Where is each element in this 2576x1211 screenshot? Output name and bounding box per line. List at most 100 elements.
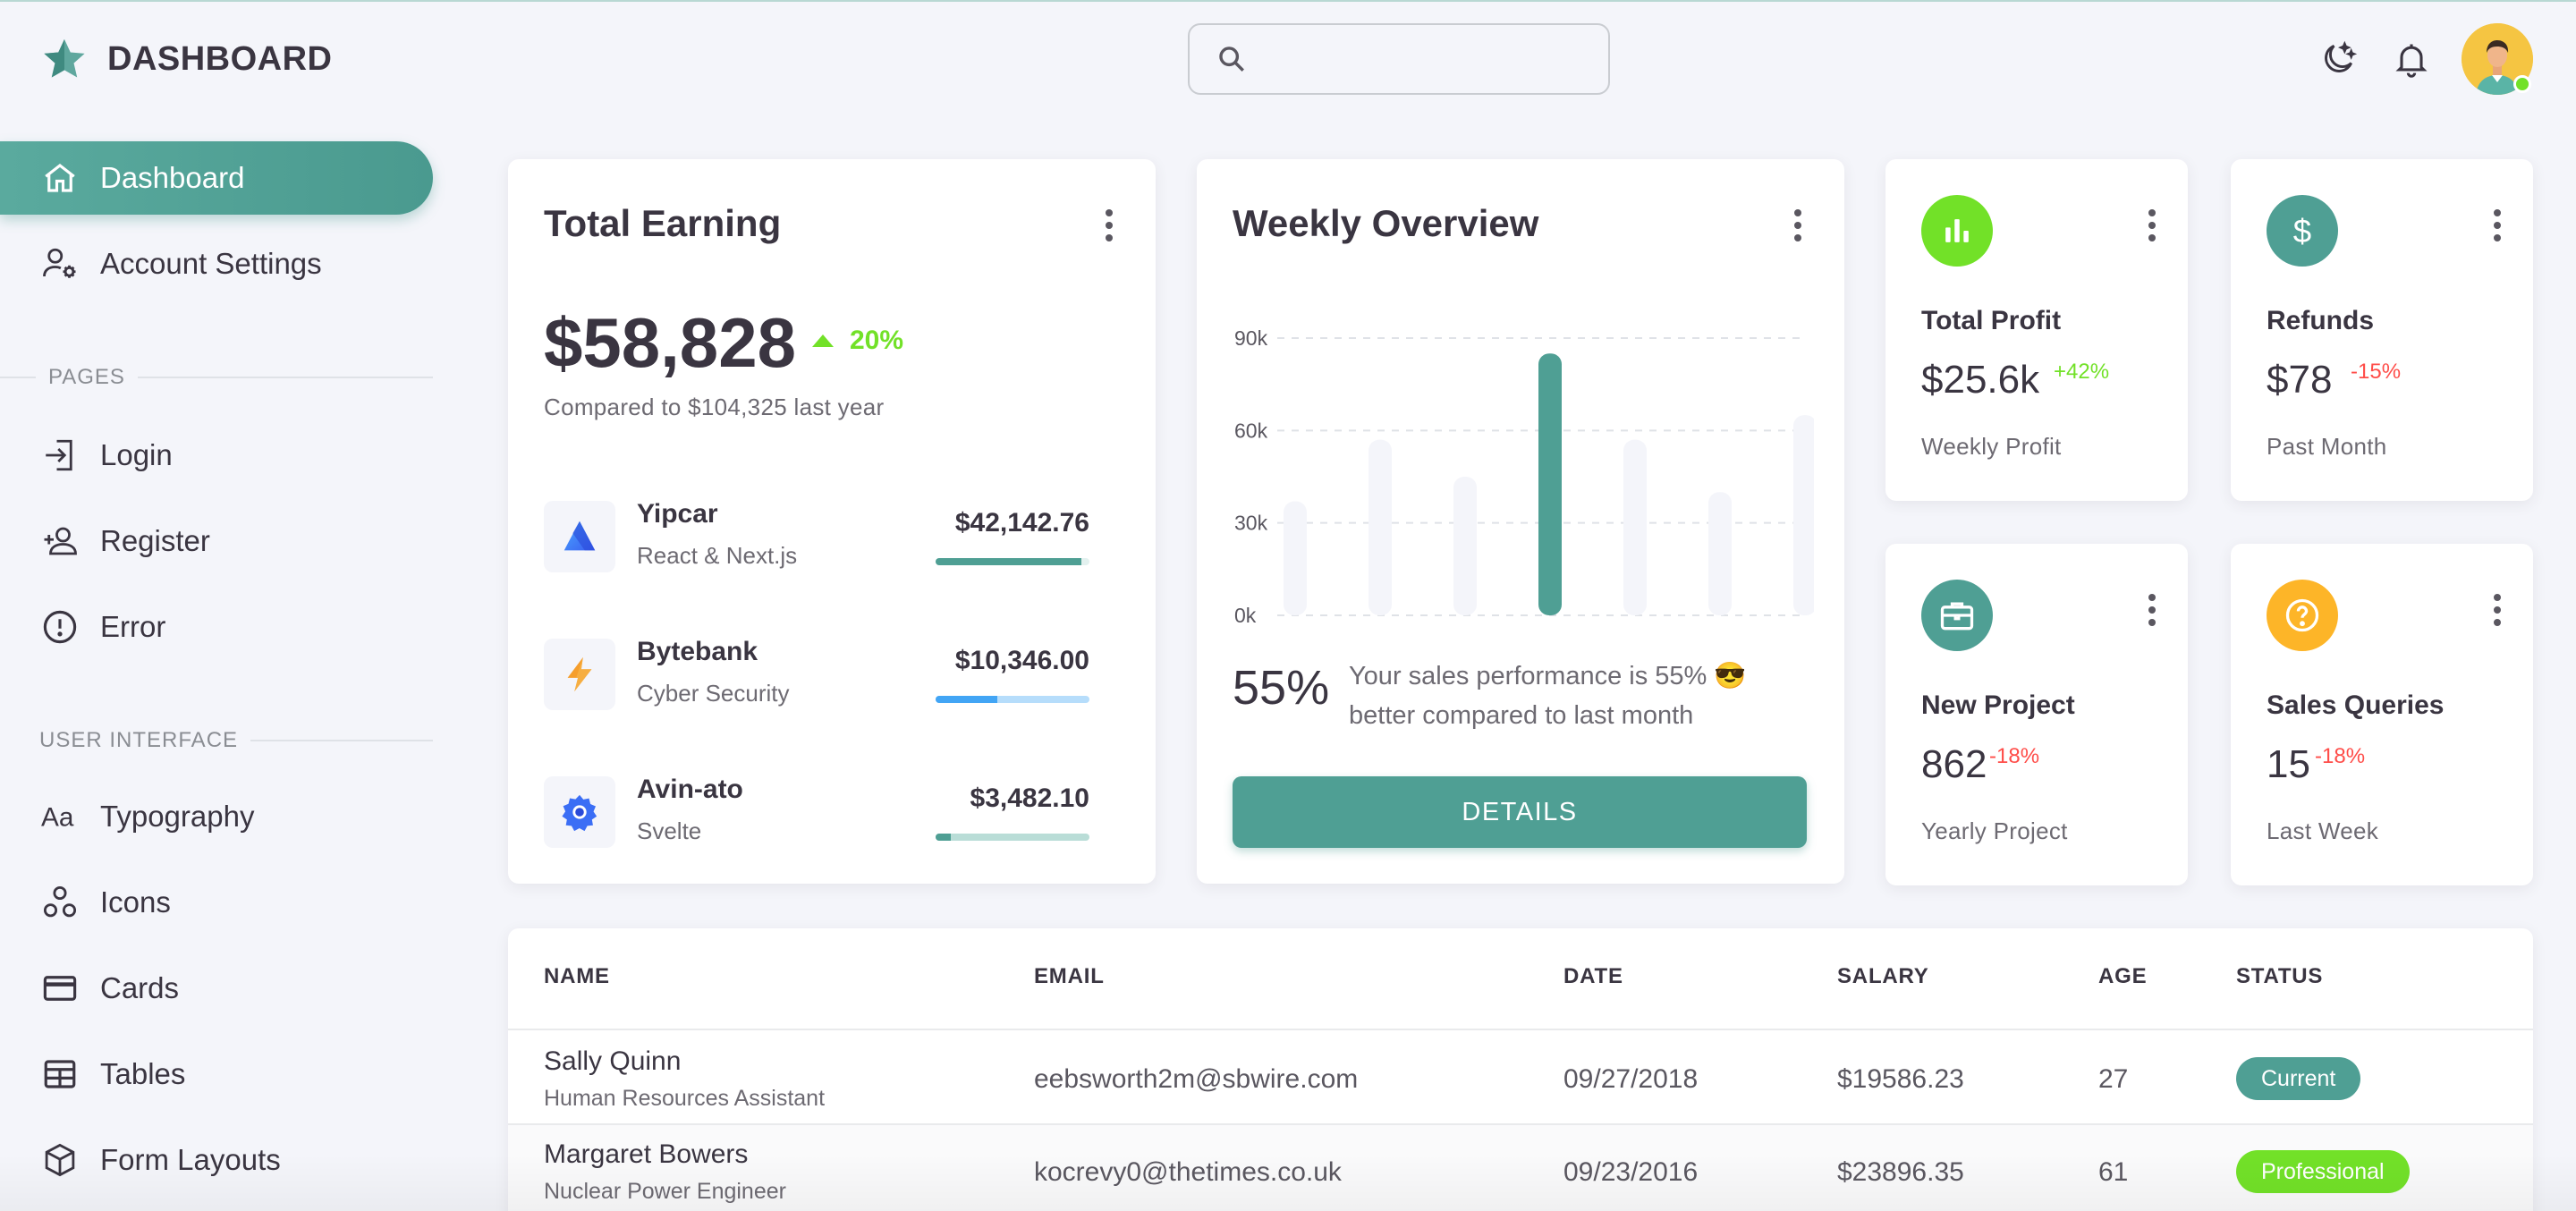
- status-badge: Professional: [2236, 1150, 2410, 1193]
- stat-subtitle: Weekly Profit: [1921, 433, 2062, 460]
- sidebar-item-error[interactable]: Error: [0, 590, 433, 664]
- project-name: Avin-ato: [637, 775, 743, 804]
- sidebar-item-account-settings[interactable]: Account Settings: [0, 227, 433, 301]
- earning-change: 20%: [812, 326, 903, 356]
- card-title: Weekly Overview: [1233, 202, 1539, 244]
- column-header-salary[interactable]: SALARY: [1837, 964, 1929, 989]
- row-name: Margaret Bowers: [544, 1139, 749, 1169]
- y-tick-label: 30k: [1234, 512, 1268, 535]
- project-amount: $3,482.10: [970, 783, 1089, 813]
- column-header-email[interactable]: EMAIL: [1034, 964, 1105, 989]
- sidebar-item-form-layouts[interactable]: Form Layouts: [0, 1123, 433, 1197]
- search-input[interactable]: [1261, 44, 1601, 74]
- status-badge: Current: [2236, 1057, 2361, 1100]
- row-date: 09/23/2016: [1563, 1157, 1699, 1187]
- table-row[interactable]: Margaret Bowers Nuclear Power Engineer k…: [508, 1123, 2533, 1211]
- sidebar-item-label: Form Layouts: [100, 1143, 281, 1176]
- search-box[interactable]: [1188, 23, 1610, 95]
- project-amount: $42,142.76: [954, 508, 1089, 538]
- table-icon: [41, 1055, 79, 1093]
- stat-change: -18%: [2315, 744, 2366, 768]
- account-cog-icon: [41, 245, 79, 283]
- stat-change: -18%: [1989, 744, 2040, 768]
- details-button[interactable]: DETAILS: [1233, 776, 1807, 848]
- chart-bar[interactable]: [1538, 353, 1562, 615]
- sidebar-item-cards[interactable]: Cards: [0, 952, 433, 1025]
- more-vert-icon[interactable]: [1100, 206, 1118, 245]
- column-header-name[interactable]: NAME: [544, 964, 610, 989]
- chart-bar[interactable]: [1708, 492, 1732, 615]
- project-name: Yipcar: [637, 499, 718, 529]
- progress-fill: [936, 834, 952, 841]
- progress-bar: [936, 558, 1089, 565]
- project-subtitle: Svelte: [637, 817, 702, 844]
- more-vert-icon[interactable]: [1789, 206, 1807, 245]
- sidebar-item-label: Error: [100, 610, 166, 643]
- login-icon: [41, 436, 79, 474]
- y-tick-label: 0k: [1234, 604, 1257, 624]
- row-role: Nuclear Power Engineer: [544, 1179, 786, 1204]
- sidebar-item-icons[interactable]: Icons: [0, 866, 433, 939]
- earning-change-value: 20%: [850, 326, 904, 355]
- column-header-status[interactable]: STATUS: [2236, 964, 2323, 989]
- poll-icon: [1921, 195, 1993, 267]
- theme-toggle-button[interactable]: [2317, 38, 2360, 80]
- project-subtitle: Cyber Security: [637, 680, 790, 707]
- shapes-icon: [41, 884, 79, 921]
- gear-logo-icon: [544, 776, 615, 848]
- stat-value: 862: [1921, 742, 1987, 786]
- stat-value: $78: [2267, 358, 2333, 402]
- notifications-button[interactable]: [2390, 38, 2433, 80]
- project-item[interactable]: Yipcar React & Next.js $42,142.76: [544, 499, 1123, 580]
- column-header-date[interactable]: DATE: [1563, 964, 1623, 989]
- project-subtitle: React & Next.js: [637, 542, 798, 569]
- stat-subtitle: Yearly Project: [1921, 817, 2068, 844]
- more-vert-icon[interactable]: [2488, 206, 2506, 245]
- brand[interactable]: DASHBOARD: [39, 32, 333, 86]
- typography-icon: Aa: [41, 798, 79, 835]
- column-header-age[interactable]: AGE: [2098, 964, 2147, 989]
- more-vert-icon[interactable]: [2143, 590, 2161, 630]
- moon-icon: [2325, 40, 2358, 72]
- weekly-description: Your sales performance is 55% 😎 better c…: [1349, 662, 1747, 730]
- row-salary: $19586.23: [1837, 1064, 1964, 1094]
- online-status-dot: [2513, 75, 2531, 93]
- section-pages: PAGES: [0, 360, 433, 395]
- credit-card-icon: [41, 970, 79, 1007]
- help-circle-icon: [2267, 580, 2338, 651]
- svg-text:Aa: Aa: [41, 803, 74, 833]
- row-email: kocrevy0@thetimes.co.uk: [1034, 1157, 1342, 1187]
- sidebar-item-login[interactable]: Login: [0, 419, 433, 492]
- svg-text:$: $: [2293, 213, 2311, 250]
- more-vert-icon[interactable]: [2488, 590, 2506, 630]
- sidebar-item-tables[interactable]: Tables: [0, 1037, 433, 1111]
- card-title: Total Earning: [544, 202, 782, 244]
- stat-value: $25.6k: [1921, 358, 2040, 402]
- stat-title: Refunds: [2267, 306, 2374, 335]
- chart-bar[interactable]: [1623, 439, 1647, 615]
- search-icon: [1219, 47, 1244, 72]
- row-role: Human Resources Assistant: [544, 1086, 826, 1111]
- sidebar-item-typography[interactable]: Aa Typography: [0, 780, 433, 853]
- sidebar-item-register[interactable]: Register: [0, 504, 433, 578]
- row-age: 27: [2098, 1064, 2129, 1094]
- weekly-overview-card: Weekly Overview 90k 60k 30k 0k 55% Your sal…: [1197, 159, 1844, 884]
- sidebar-item-label: Typography: [100, 800, 255, 833]
- stat-value: 15: [2267, 742, 2310, 786]
- chart-bar[interactable]: [1793, 415, 1814, 615]
- more-vert-icon[interactable]: [2143, 206, 2161, 245]
- chart-bar[interactable]: [1284, 501, 1307, 615]
- row-email: eebsworth2m@sbwire.com: [1034, 1064, 1359, 1094]
- sidebar-item-label: Login: [100, 438, 173, 471]
- chart-bar[interactable]: [1453, 477, 1477, 615]
- project-item[interactable]: Avin-ato Svelte $3,482.10: [544, 775, 1123, 855]
- sidebar-item-dashboard[interactable]: Dashboard: [0, 141, 433, 215]
- chart-bar[interactable]: [1368, 439, 1392, 615]
- project-item[interactable]: Bytebank Cyber Security $10,346.00: [544, 637, 1123, 717]
- stat-card-refunds: $ Refunds $78 -15% Past Month: [2231, 159, 2533, 501]
- star-icon: [44, 38, 85, 78]
- section-title: PAGES: [48, 365, 125, 389]
- sidebar-item-label: Icons: [100, 885, 171, 919]
- y-tick-label: 60k: [1234, 419, 1268, 442]
- table-row[interactable]: Sally Quinn Human Resources Assistant ee…: [508, 1030, 2533, 1125]
